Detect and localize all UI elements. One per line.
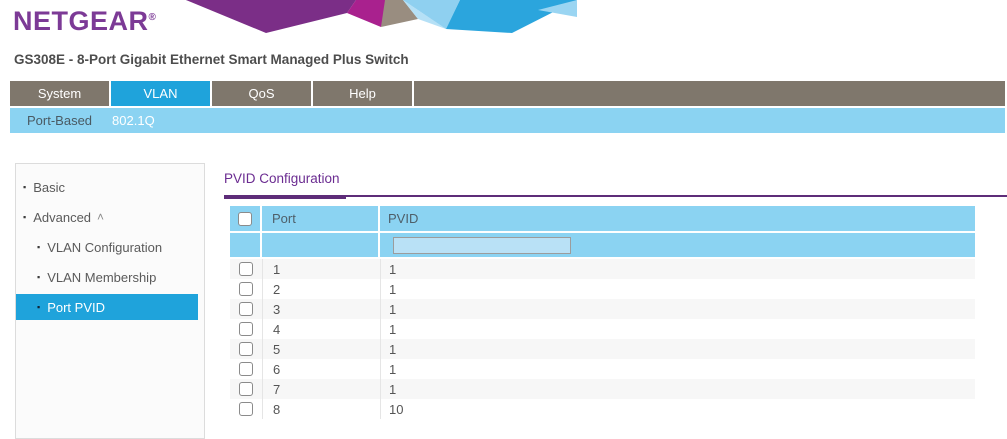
brand-banner-graphic — [150, 0, 580, 33]
table-row: 21 — [230, 279, 975, 299]
pvid-cell: 1 — [380, 339, 975, 359]
row-check-cell — [230, 379, 262, 399]
pvid-cell: 1 — [380, 359, 975, 379]
table-body: 11213141516171810 — [230, 259, 975, 419]
section-heading: PVID Configuration — [224, 171, 340, 186]
table-row: 71 — [230, 379, 975, 399]
row-check-cell — [230, 399, 262, 419]
row-checkbox[interactable] — [239, 262, 253, 276]
row-check-cell — [230, 259, 262, 279]
port-cell: 1 — [262, 259, 380, 279]
row-checkbox[interactable] — [239, 402, 253, 416]
row-checkbox[interactable] — [239, 302, 253, 316]
sidebar-item-vlan-configuration[interactable]: ▪ VLAN Configuration — [16, 234, 198, 260]
main-nav: System VLAN QoS Help — [10, 81, 1005, 106]
sidebar-item-advanced[interactable]: ▪ Advanced ˄ — [16, 204, 198, 230]
table-row: 11 — [230, 259, 975, 279]
bullet-icon: ▪ — [37, 302, 40, 312]
subnav-item-port-based[interactable]: Port-Based — [27, 113, 92, 128]
sidebar-item-vlan-membership[interactable]: ▪ VLAN Membership — [16, 264, 198, 290]
bullet-icon: ▪ — [37, 242, 40, 252]
section-heading-rule: PVID Configuration — [224, 170, 1007, 197]
row-check-cell — [230, 299, 262, 319]
table-header-row: Port PVID — [230, 206, 975, 231]
port-cell: 6 — [262, 359, 380, 379]
row-checkbox[interactable] — [239, 362, 253, 376]
table-row: 41 — [230, 319, 975, 339]
collapse-caret-icon: ˄ — [97, 210, 104, 224]
column-header-pvid: PVID — [380, 206, 975, 231]
port-cell: 4 — [262, 319, 380, 339]
column-header-port: Port — [262, 206, 378, 231]
pvid-cell: 10 — [380, 399, 975, 419]
pvid-filter-input[interactable] — [393, 237, 571, 254]
filter-pvid-cell — [380, 233, 975, 257]
select-all-cell — [230, 206, 260, 231]
tab-system[interactable]: System — [10, 81, 109, 106]
pvid-cell: 1 — [380, 299, 975, 319]
port-cell: 3 — [262, 299, 380, 319]
select-all-checkbox[interactable] — [238, 212, 252, 226]
sidebar-item-label: Port PVID — [47, 300, 105, 315]
sidebar-item-label: VLAN Configuration — [47, 240, 162, 255]
bullet-icon: ▪ — [37, 272, 40, 282]
table-row: 810 — [230, 399, 975, 419]
port-cell: 5 — [262, 339, 380, 359]
pvid-cell: 1 — [380, 279, 975, 299]
table-filter-row — [230, 233, 975, 257]
row-checkbox[interactable] — [239, 382, 253, 396]
row-check-cell — [230, 339, 262, 359]
tab-qos[interactable]: QoS — [212, 81, 311, 106]
port-cell: 2 — [262, 279, 380, 299]
bullet-icon: ▪ — [23, 182, 26, 192]
row-checkbox[interactable] — [239, 282, 253, 296]
page-title: GS308E - 8-Port Gigabit Ethernet Smart M… — [14, 52, 409, 67]
port-cell: 7 — [262, 379, 380, 399]
bullet-icon: ▪ — [23, 212, 26, 222]
row-check-cell — [230, 359, 262, 379]
table-row: 61 — [230, 359, 975, 379]
row-check-cell — [230, 319, 262, 339]
tab-help[interactable]: Help — [313, 81, 412, 106]
port-cell: 8 — [262, 399, 380, 419]
sub-nav: Port-Based 802.1Q — [10, 108, 1005, 133]
sidebar-item-label: Basic — [33, 180, 65, 195]
pvid-cell: 1 — [380, 319, 975, 339]
filter-port-cell — [262, 233, 378, 257]
tab-vlan[interactable]: VLAN — [111, 81, 210, 106]
row-checkbox[interactable] — [239, 342, 253, 356]
main-content: PVID Configuration Port PVID 11213141516… — [224, 170, 1007, 419]
subnav-item-8021q[interactable]: 802.1Q — [112, 113, 155, 128]
sidebar-item-basic[interactable]: ▪ Basic — [16, 174, 198, 200]
table-row: 51 — [230, 339, 975, 359]
row-checkbox[interactable] — [239, 322, 253, 336]
sidebar-item-port-pvid[interactable]: ▪ Port PVID — [16, 294, 198, 320]
pvid-cell: 1 — [380, 259, 975, 279]
table-row: 31 — [230, 299, 975, 319]
sidebar-item-label: Advanced — [33, 210, 91, 225]
pvid-table: Port PVID 11213141516171810 — [230, 206, 975, 419]
sidebar-item-label: VLAN Membership — [47, 270, 156, 285]
netgear-logo: NETGEAR® — [13, 6, 156, 37]
pvid-cell: 1 — [380, 379, 975, 399]
netgear-logo-text: NETGEAR — [13, 6, 149, 36]
sidebar: ▪ Basic ▪ Advanced ˄ ▪ VLAN Configuratio… — [15, 163, 205, 439]
row-check-cell — [230, 279, 262, 299]
filter-check-cell — [230, 233, 260, 257]
